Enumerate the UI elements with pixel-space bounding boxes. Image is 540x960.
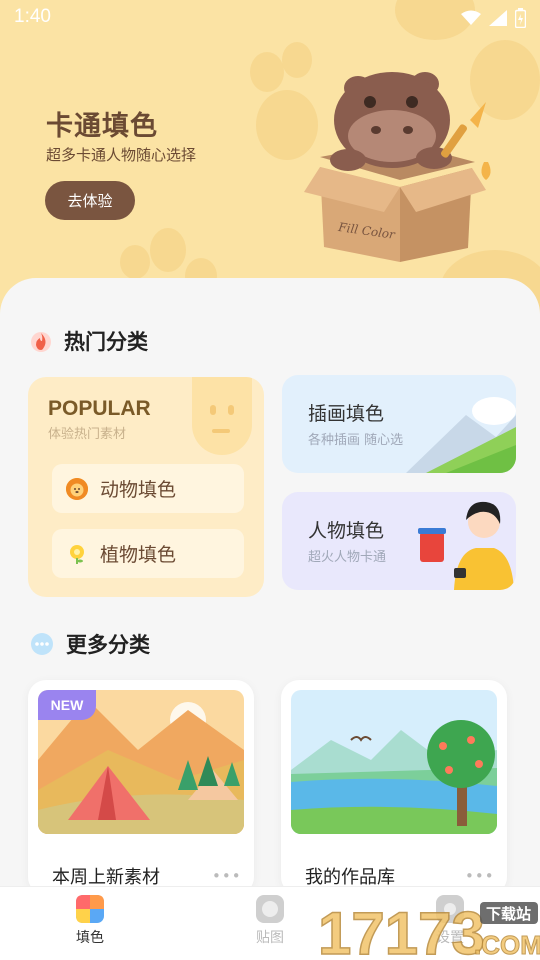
- nav-fill[interactable]: 填色: [50, 895, 130, 947]
- paw-print-decoration: [120, 245, 150, 279]
- flower-icon: [66, 543, 88, 565]
- illustration-coloring-card[interactable]: 插画填色 各种插画 随心选: [282, 375, 516, 473]
- face-decoration: [192, 377, 252, 455]
- my-works-card[interactable]: 我的作品库 •••: [281, 680, 507, 895]
- more-section-title: 更多分类: [66, 633, 150, 657]
- more-options-icon[interactable]: •••: [212, 867, 242, 885]
- lake-illustration: [291, 690, 497, 834]
- paw-print-decoration: [250, 52, 284, 92]
- more-options-icon[interactable]: •••: [465, 867, 495, 885]
- try-it-button[interactable]: 去体验: [45, 181, 135, 220]
- sticker-icon: [256, 895, 284, 923]
- popular-title: POPULAR: [48, 397, 151, 420]
- svg-text:.COM: .COM: [474, 930, 540, 960]
- popular-subtitle: 体验热门素材: [48, 427, 127, 442]
- signal-icon: [489, 10, 507, 26]
- plant-coloring-item[interactable]: 植物填色: [52, 529, 244, 578]
- plant-coloring-label: 植物填色: [100, 544, 177, 566]
- hippo-in-box-illustration: Fill Color: [304, 72, 491, 262]
- animal-coloring-label: 动物填色: [100, 479, 177, 501]
- site-watermark-logo: 17173 下载站 .COM: [318, 899, 540, 960]
- status-icons: [461, 8, 526, 28]
- svg-text:下载站: 下载站: [486, 905, 531, 923]
- more-section-header: 更多分类: [30, 629, 150, 659]
- animal-coloring-item[interactable]: 动物填色: [52, 464, 244, 513]
- more-dots-icon: [31, 633, 53, 655]
- new-badge: NEW: [38, 690, 96, 720]
- nav-sticker-label: 贴图: [256, 930, 284, 946]
- hero-title: 卡通填色: [46, 111, 158, 142]
- character-coloring-title: 人物填色: [308, 520, 385, 542]
- person-illustration: [418, 501, 514, 590]
- hero-subtitle: 超多卡通人物随心选择: [46, 146, 197, 164]
- nav-fill-label: 填色: [76, 930, 104, 946]
- illustration-coloring-subtitle: 各种插画 随心选: [308, 433, 404, 448]
- lion-icon: [66, 477, 88, 500]
- character-coloring-subtitle: 超火人物卡通: [308, 550, 387, 565]
- hot-section-header: 热门分类: [30, 326, 148, 356]
- wifi-icon: [461, 10, 481, 25]
- status-bar: 1:40: [0, 0, 540, 36]
- status-time: 1:40: [14, 6, 51, 27]
- battery-icon: [515, 8, 526, 28]
- nav-sticker[interactable]: 贴图: [230, 895, 310, 947]
- weekly-new-card[interactable]: NEW 本周上新素材 •••: [28, 680, 254, 895]
- flame-icon: [31, 332, 51, 352]
- mountain-illustration: [406, 397, 516, 473]
- palette-icon: [76, 895, 104, 923]
- hot-section-title: 热门分类: [64, 330, 148, 354]
- svg-text:17173: 17173: [318, 900, 485, 960]
- character-coloring-card[interactable]: 人物填色 超火人物卡通: [282, 492, 516, 590]
- popular-card[interactable]: POPULAR 体验热门素材 动物填色 植物填色: [28, 377, 264, 597]
- illustration-coloring-title: 插画填色: [308, 403, 385, 425]
- paw-print-decoration: [150, 228, 186, 272]
